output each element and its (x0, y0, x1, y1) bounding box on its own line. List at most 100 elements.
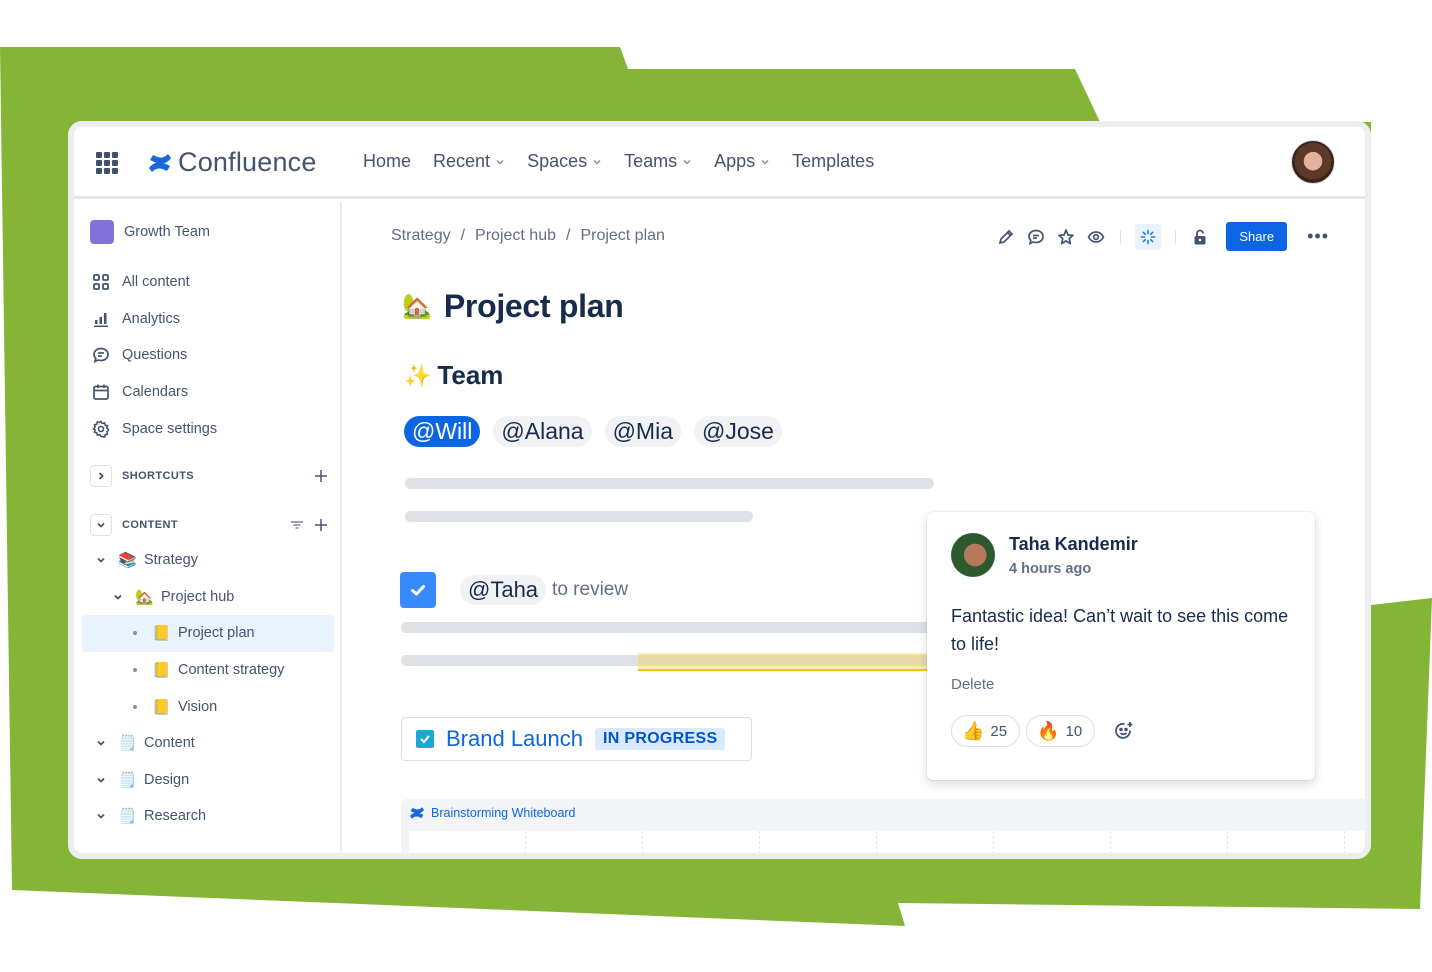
add-reaction-icon[interactable] (1113, 720, 1135, 742)
tree-item-strategy[interactable]: 📚 Strategy (82, 542, 334, 579)
task-checkbox[interactable] (400, 572, 436, 608)
page-emoji-icon: 📒 (152, 698, 171, 716)
jira-issue-card[interactable]: Brand Launch IN PROGRESS (401, 717, 752, 761)
space-name: Growth Team (124, 224, 210, 240)
nav-item-home[interactable]: Home (363, 151, 411, 172)
breadcrumb-item[interactable]: Project hub (475, 227, 556, 245)
sidebar-item-questions[interactable]: Questions (92, 337, 217, 374)
tree-item-vision[interactable]: 📒 Vision (82, 688, 334, 725)
tree-item-research[interactable]: 🗒️ Research (82, 798, 334, 835)
inline-comment-card: Taha Kandemir 4 hours ago Fantastic idea… (927, 512, 1315, 780)
page-emoji-icon: 📒 (152, 625, 171, 643)
breadcrumb-separator: / (565, 227, 571, 244)
star-button[interactable] (1056, 227, 1076, 247)
filter-icon[interactable] (290, 518, 304, 532)
bullet-icon (133, 631, 137, 636)
delete-comment-link[interactable]: Delete (951, 676, 994, 693)
bar-chart-icon (94, 312, 108, 327)
status-badge: IN PROGRESS (595, 728, 726, 750)
sidebar-item-analytics[interactable]: Analytics (92, 301, 217, 338)
add-content-icon[interactable] (314, 518, 328, 532)
comment-button[interactable] (1026, 227, 1046, 247)
ai-button[interactable] (1135, 223, 1162, 250)
add-shortcut-icon[interactable] (314, 469, 328, 483)
eye-icon (1087, 230, 1105, 243)
tree-item-project-plan[interactable]: 📒 Project plan (82, 615, 334, 652)
page-toolbar: Share ••• (996, 222, 1329, 251)
comment-author[interactable]: Taha Kandemir (1009, 534, 1138, 555)
sidebar-item-label: Analytics (122, 310, 181, 327)
mention-mia[interactable]: @Mia (604, 416, 681, 447)
confluence-logo[interactable]: Confluence (148, 147, 317, 178)
watch-button[interactable] (1086, 227, 1106, 247)
confluence-icon (410, 807, 424, 819)
reaction-thumbs-up[interactable]: 👍 25 (951, 715, 1021, 747)
sidebar-item-all-content[interactable]: All content (92, 264, 217, 301)
shortcuts-expand-button[interactable] (90, 465, 112, 487)
nav-item-templates[interactable]: Templates (792, 151, 874, 172)
nav-item-teams[interactable]: Teams (624, 151, 692, 172)
whiteboard-canvas[interactable] (409, 831, 1365, 853)
edit-button[interactable] (996, 227, 1016, 247)
tree-item-label: Strategy (144, 552, 198, 569)
commenter-avatar[interactable] (951, 533, 995, 577)
page-emoji-icon: 📚 (118, 552, 137, 570)
chevron-down-icon[interactable] (94, 736, 108, 750)
placeholder-line (405, 511, 753, 522)
chevron-down-icon[interactable] (94, 553, 108, 567)
content-collapse-button[interactable] (90, 514, 112, 536)
bullet-icon (133, 704, 137, 709)
chevron-down-icon[interactable] (111, 590, 125, 604)
tree-item-label: Vision (178, 698, 218, 715)
breadcrumb-item[interactable]: Project plan (580, 227, 665, 245)
tree-item-content[interactable]: 🗒️ Content (82, 725, 334, 762)
tree-item-content-strategy[interactable]: 📒 Content strategy (82, 652, 334, 689)
mention-jose[interactable]: @Jose (694, 416, 782, 447)
team-mentions: @Will @Alana @Mia @Jose (404, 416, 782, 447)
grid-icon (93, 274, 109, 291)
share-button[interactable]: Share (1226, 222, 1288, 251)
tree-item-label: Content strategy (178, 662, 285, 679)
chevron-down-icon[interactable] (94, 809, 108, 823)
tree-item-label: Design (144, 771, 190, 788)
chevron-down-icon[interactable] (94, 773, 108, 787)
more-actions-button[interactable]: ••• (1307, 226, 1329, 247)
sidebar-item-space-settings[interactable]: Space settings (92, 410, 217, 447)
mention-will[interactable]: @Will (404, 416, 481, 447)
toolbar-divider (1120, 229, 1122, 244)
sidebar: Growth Team All content Analytics Questi… (74, 202, 342, 853)
mention-taha[interactable]: @Taha (460, 575, 547, 605)
sidebar-item-calendars[interactable]: Calendars (92, 374, 217, 411)
tree-item-design[interactable]: 🗒️ Design (82, 762, 334, 799)
nav-item-apps[interactable]: Apps (714, 151, 770, 172)
chevron-right-icon (98, 472, 104, 480)
breadcrumb-item[interactable]: Strategy (391, 227, 451, 245)
comment-body: Fantastic idea! Can’t wait to see this c… (951, 606, 1289, 654)
mention-alana[interactable]: @Alana (493, 416, 592, 447)
nav-item-spaces[interactable]: Spaces (527, 151, 602, 172)
chevron-down-icon (593, 159, 601, 165)
whiteboard-header[interactable]: Brainstorming Whiteboard (409, 806, 576, 820)
content-tree: 📚 Strategy 🏡 Project hub 📒 Project plan 📒 Conte… (82, 542, 334, 835)
whiteboard-embed[interactable]: Brainstorming Whiteboard (401, 799, 1365, 853)
page-emoji-icon: 🗒️ (118, 735, 137, 753)
nav-item-label: Home (363, 151, 412, 171)
tree-item-label: Project plan (178, 625, 255, 642)
comment-highlight[interactable] (638, 653, 958, 671)
restrictions-button[interactable] (1190, 227, 1210, 247)
nav-item-recent[interactable]: Recent (433, 151, 505, 172)
team-heading-text: Team (437, 360, 504, 390)
product-name: Confluence (178, 147, 317, 177)
chevron-down-icon (761, 159, 769, 165)
tree-item-label: Project hub (161, 588, 235, 605)
fire-icon: 🔥 (1037, 720, 1060, 741)
reaction-fire[interactable]: 🔥 10 (1026, 715, 1096, 747)
page-title-text: Project plan (443, 288, 624, 324)
team-heading: ✨ Team (404, 360, 503, 391)
top-navigation: Confluence Home Recent Spaces Teams Apps Temp… (74, 127, 1365, 199)
tree-item-project-hub[interactable]: 🏡 Project hub (82, 579, 334, 616)
user-avatar[interactable] (1291, 140, 1335, 184)
reaction-count: 25 (990, 722, 1008, 740)
app-switcher-icon[interactable] (96, 152, 118, 174)
space-header[interactable]: Growth Team (90, 220, 210, 244)
